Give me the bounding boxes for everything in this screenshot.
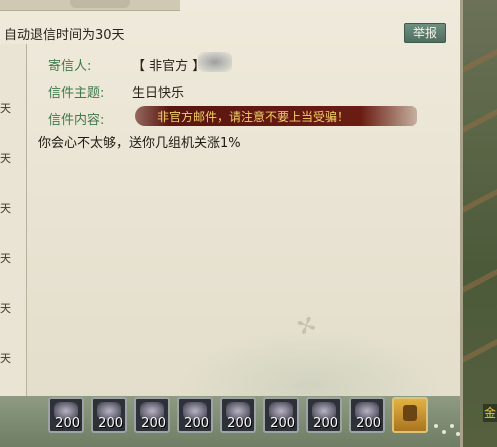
sender-label: 寄信人: xyxy=(48,59,92,74)
attachment-count: 200 xyxy=(313,416,338,431)
subject-label: 信件主题: xyxy=(48,86,105,101)
attachment-slot[interactable]: 200 xyxy=(306,397,342,433)
mail-body-text: 你会心不太够，送你几组机关涨1% xyxy=(38,136,241,151)
attachment-count: 200 xyxy=(98,416,123,431)
attachment-count: 200 xyxy=(270,416,295,431)
scene-edge-text: 金 xyxy=(483,404,497,422)
mail-window: 天 天 天 天 天 天 自动退信时间为30天 举报 寄信人: 【 非官方 】 信… xyxy=(0,0,463,447)
watermark-dots xyxy=(432,420,462,447)
list-item-days[interactable]: 天 xyxy=(0,100,11,116)
sender-value: 【 非官方 】 xyxy=(132,59,206,74)
attachment-count: 200 xyxy=(55,416,80,431)
scam-warning-text: 非官方邮件，请注意不要上当受骗！ xyxy=(157,110,350,124)
attachment-count: 200 xyxy=(356,416,381,431)
list-item-days[interactable]: 天 xyxy=(0,250,11,266)
report-button[interactable]: 举报 xyxy=(404,23,446,43)
list-item-days[interactable]: 天 xyxy=(0,300,11,316)
content-label: 信件内容: xyxy=(48,113,105,128)
list-item-days[interactable]: 天 xyxy=(0,350,11,366)
auto-return-notice: 自动退信时间为30天 xyxy=(4,28,125,43)
attachment-chest-slot[interactable] xyxy=(392,397,428,433)
mail-list-strip: 天 天 天 天 天 天 xyxy=(0,44,27,396)
attachment-slot[interactable]: 200 xyxy=(91,397,127,433)
attachment-count: 200 xyxy=(141,416,166,431)
attachment-count: 200 xyxy=(184,416,209,431)
scam-warning-banner: 非官方邮件，请注意不要上当受骗！ xyxy=(135,106,417,126)
attachment-slot[interactable]: 200 xyxy=(48,397,84,433)
list-item-days[interactable]: 天 xyxy=(0,150,11,166)
subject-value: 生日快乐 xyxy=(132,86,185,101)
window-title-tab xyxy=(70,0,130,8)
attachment-slot[interactable]: 200 xyxy=(220,397,256,433)
attachment-slot[interactable]: 200 xyxy=(134,397,170,433)
attachment-slot[interactable]: 200 xyxy=(349,397,385,433)
attachment-slot[interactable]: 200 xyxy=(177,397,213,433)
attachment-slot[interactable]: 200 xyxy=(263,397,299,433)
attachment-count: 200 xyxy=(227,416,252,431)
treasure-chest-icon xyxy=(403,405,417,421)
blurred-sender-name xyxy=(198,52,232,72)
list-item-days[interactable]: 天 xyxy=(0,200,11,216)
